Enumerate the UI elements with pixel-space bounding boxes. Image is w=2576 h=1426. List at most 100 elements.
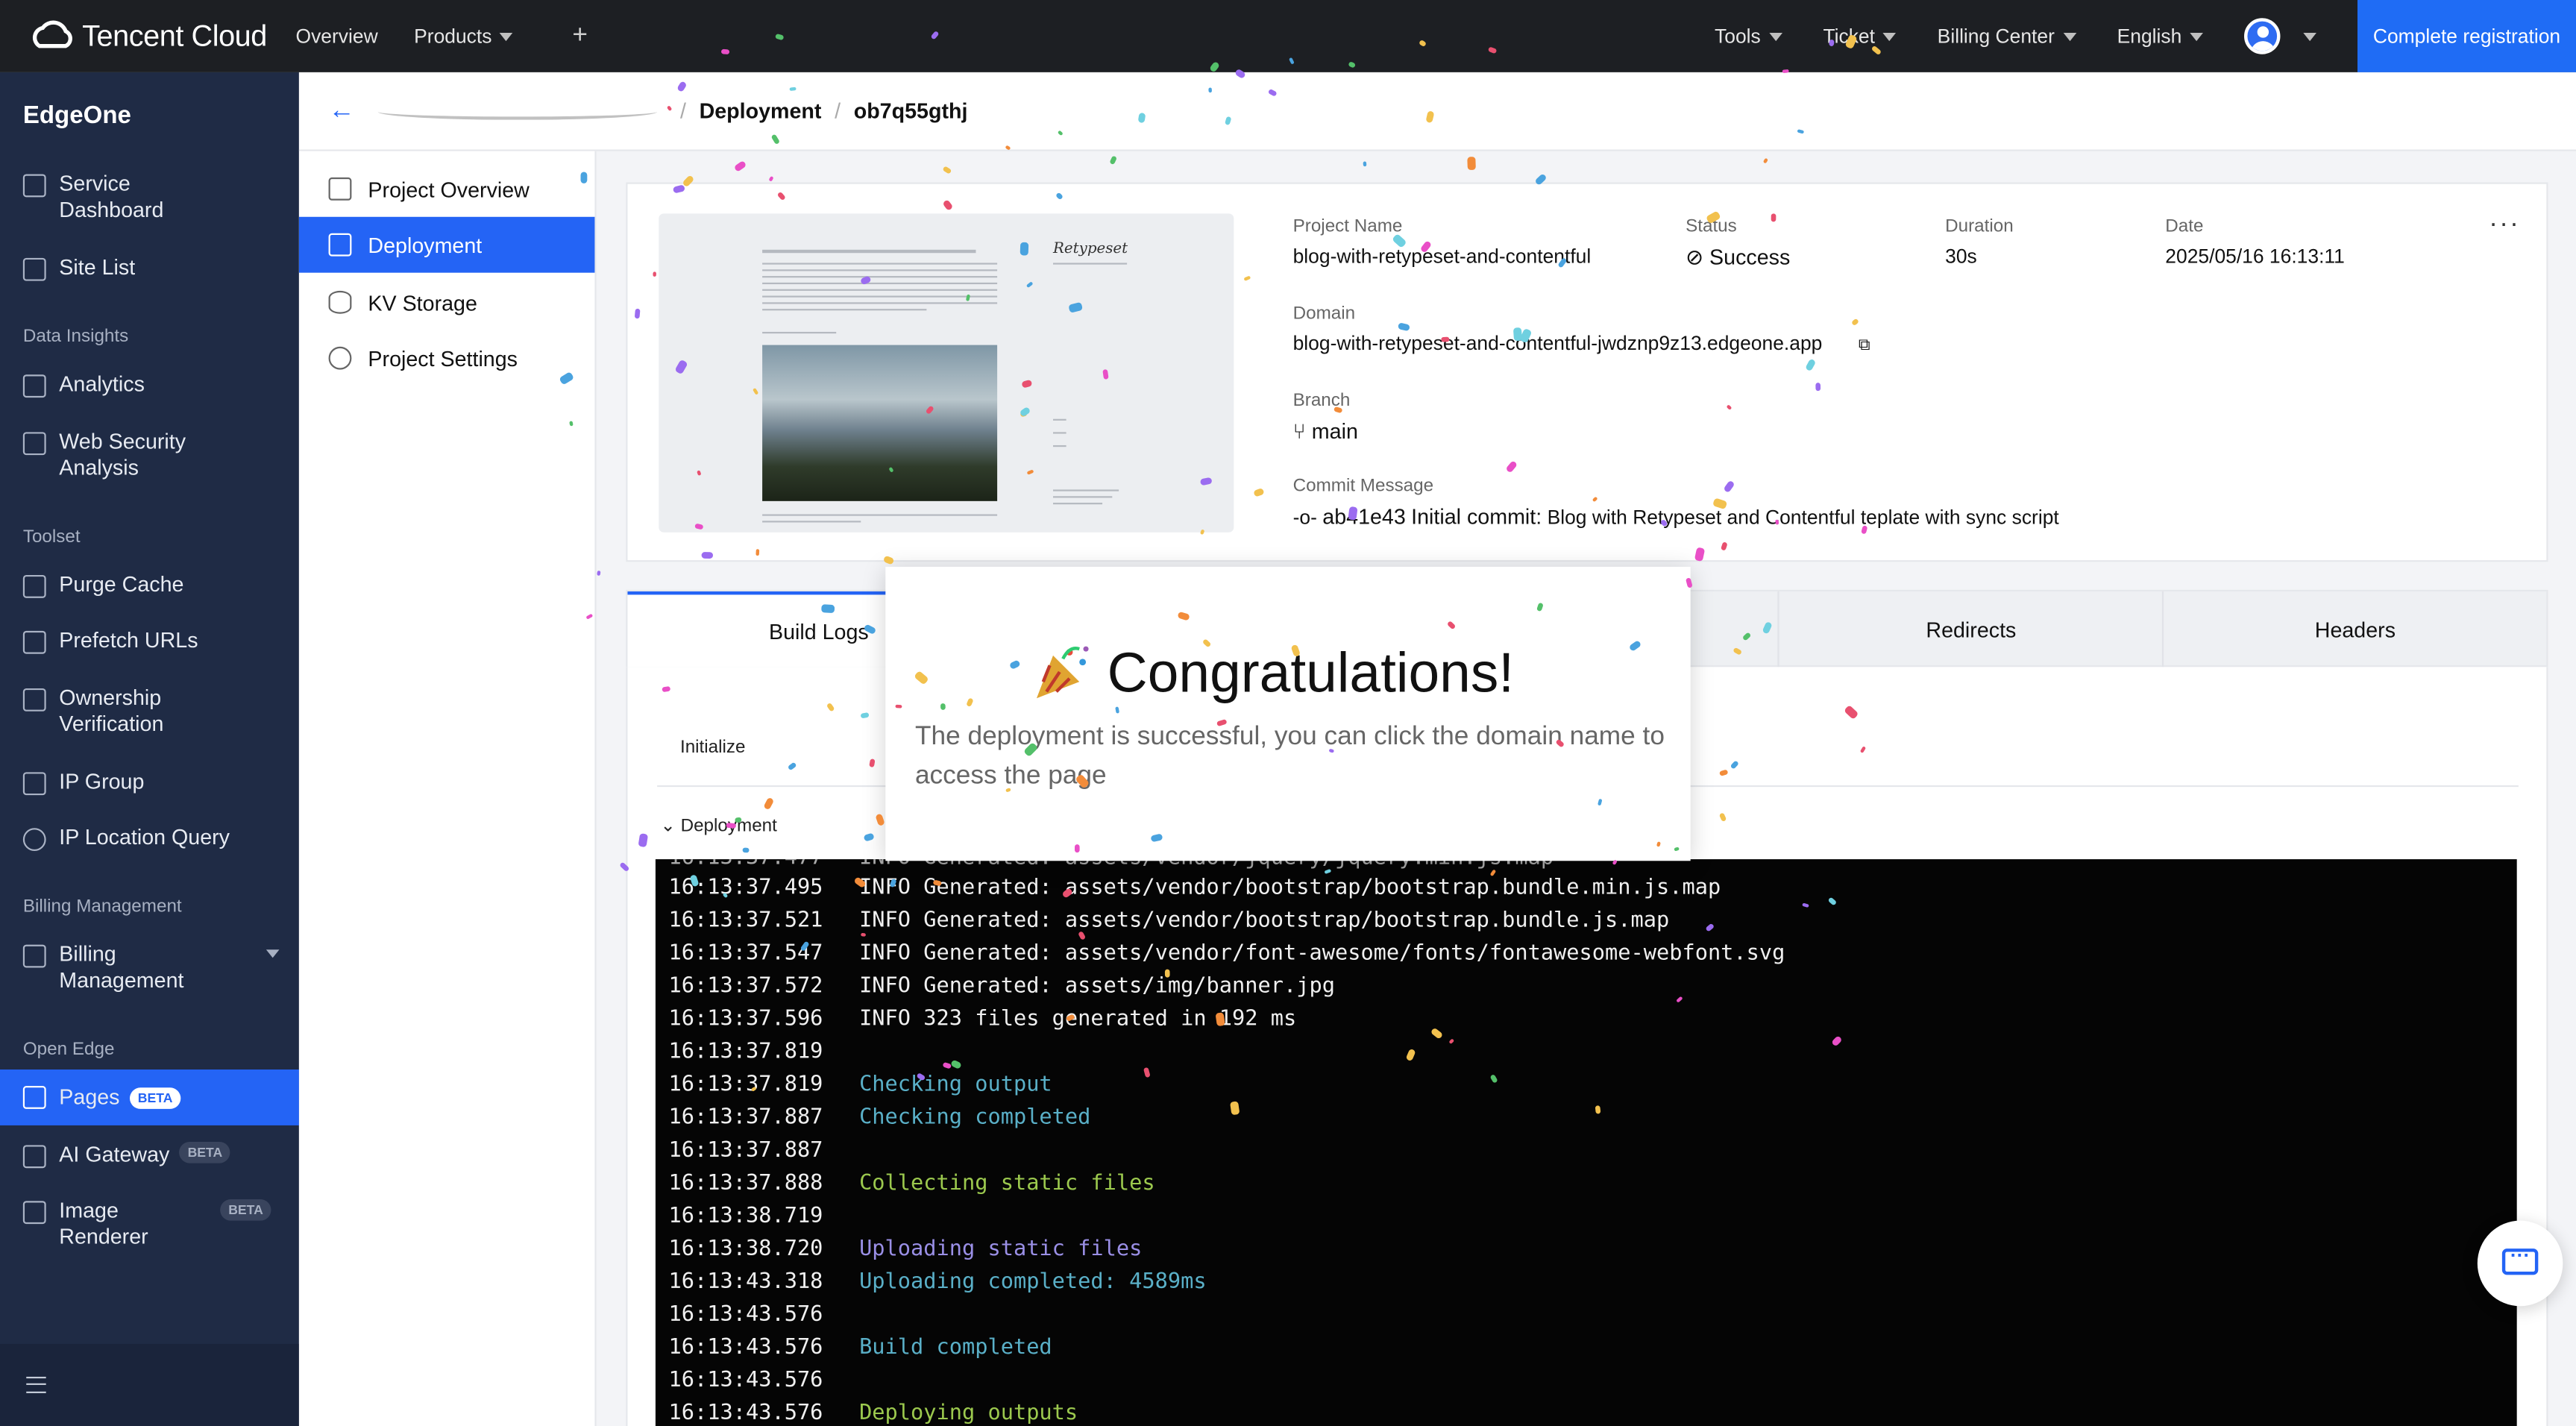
external-link-icon[interactable]: ⧉	[1859, 337, 1870, 355]
sidebar-item-label: Ownership Verification	[59, 685, 164, 736]
step-deployment-toggle[interactable]: ⌄ Deployment	[660, 815, 777, 837]
nav-ticket[interactable]: Ticket	[1823, 25, 1897, 48]
menu-collapse-icon	[26, 1376, 46, 1393]
sidebar-item-ai-gateway[interactable]: AI Gateway BETA	[0, 1141, 299, 1169]
sidebar-item-analytics[interactable]: Analytics	[0, 371, 299, 398]
project-name-value: blog-with-retypeset-and-contentful	[1292, 245, 1592, 268]
beta-badge: BETA	[220, 1199, 271, 1221]
log-line: 16:13:37.495 INFO Generated: assets/vendo…	[669, 873, 1721, 905]
sidebar-item-web-security[interactable]: Web Security Analysis	[0, 429, 299, 481]
field-label: Date	[2165, 216, 2204, 237]
section-billing: Billing Management	[22, 896, 182, 917]
confetti-piece	[943, 165, 953, 174]
commit-title: Initial commit:	[1411, 504, 1542, 530]
congratulations-dialog: Congratulations! The deployment is succe…	[885, 566, 1691, 861]
log-timestamp: 16:13:37.888	[668, 1171, 823, 1196]
git-branch-icon: ⑂	[1292, 418, 1306, 444]
chart-icon	[22, 374, 46, 398]
log-text: INFO Generated: assets/vendor/bootstrap/…	[859, 876, 1721, 901]
subnav-deployment[interactable]: Deployment	[298, 216, 595, 273]
sidebar-item-label: Site List	[59, 254, 136, 280]
log-line: 16:13:43.576 Deploying outputs	[669, 1398, 1078, 1426]
site-preview-thumbnail[interactable]: Retypeset	[659, 213, 1234, 533]
log-terminal[interactable]: 16:13:37.477INFO Generated: assets/vendo…	[655, 859, 2517, 1426]
ip-icon	[22, 772, 46, 796]
commit-message: Blog with Retypeset and Contentful tepla…	[1547, 506, 2059, 530]
confetti-piece	[769, 176, 774, 183]
back-arrow-icon[interactable]: ←	[329, 96, 355, 126]
date-field: Date 2025/05/16 16:13:11	[2165, 217, 2345, 268]
subnav-label: KV Storage	[368, 289, 477, 315]
domain-link[interactable]: blog-with-retypeset-and-contentful-jwdzn…	[1293, 332, 1870, 355]
preview-site-title: Retypeset	[1052, 241, 1128, 258]
language-selector[interactable]: English	[2117, 25, 2203, 48]
date-value: 2025/05/16 16:13:11	[2165, 245, 2345, 268]
overview-icon	[328, 177, 352, 201]
subnav-kv-storage[interactable]: KV Storage	[299, 274, 595, 330]
confetti-piece	[1362, 160, 1367, 167]
section-open-edge: Open Edge	[22, 1040, 115, 1060]
field-label: Duration	[1945, 216, 2014, 237]
complete-registration-button[interactable]: Complete registration	[2357, 0, 2576, 72]
sidebar-item-service-dashboard[interactable]: Service Dashboard	[0, 171, 299, 223]
log-line: 16:13:38.719	[669, 1201, 860, 1234]
sidebar-item-prefetch-urls[interactable]: Prefetch URLs	[0, 627, 299, 654]
log-line: 16:13:37.521 INFO Generated: assets/vendo…	[669, 905, 1670, 938]
sidebar-item-label: IP Location Query	[59, 824, 230, 849]
sidebar-item-site-list[interactable]: Site List	[0, 254, 299, 281]
subnav-label: Project Settings	[368, 345, 518, 371]
tencent-cloud-logo[interactable]: Tencent Cloud	[30, 18, 296, 54]
mountain-image	[762, 345, 998, 501]
add-icon[interactable]: +	[572, 22, 588, 51]
verification-icon	[22, 688, 46, 712]
nav-products[interactable]: Products	[414, 25, 514, 48]
account-menu[interactable]	[2244, 18, 2316, 54]
nav-tools[interactable]: Tools	[1715, 25, 1782, 48]
field-label: Commit Message	[1292, 476, 1434, 497]
sidebar-item-purge-cache[interactable]: Purge Cache	[0, 572, 299, 598]
field-label: Branch	[1292, 391, 1351, 411]
chevron-down-icon: ⌄	[660, 816, 681, 837]
search-icon	[22, 828, 46, 852]
domain-text: blog-with-retypeset-and-contentful-jwdzn…	[1292, 331, 1823, 355]
breadcrumb-deployment[interactable]: Deployment	[700, 98, 822, 123]
sidebar-item-image-renderer[interactable]: Image Renderer BETA	[0, 1198, 299, 1250]
sidebar-item-label: Analytics	[59, 371, 145, 396]
tab-redirects[interactable]: Redirects	[1778, 591, 2162, 668]
dashboard-icon	[22, 174, 46, 198]
nav-overview[interactable]: Overview	[296, 25, 378, 48]
log-text: Checking completed	[859, 1105, 1091, 1131]
commit-field: Commit Message -o- ab41e43 Initial commi…	[1293, 477, 2059, 529]
sidebar-item-ownership-verification[interactable]: Ownership Verification	[0, 685, 299, 738]
subnav-project-settings[interactable]: Project Settings	[299, 330, 595, 386]
chat-support-button[interactable]	[2477, 1220, 2563, 1307]
log-timestamp: 16:13:38.719	[668, 1204, 823, 1229]
log-timestamp: 16:13:43.576	[668, 1335, 823, 1360]
more-options-icon[interactable]: ···	[2489, 210, 2520, 240]
caret-down-icon	[2303, 31, 2316, 40]
sidebar: EdgeOne Service Dashboard Site List Data…	[0, 72, 299, 1426]
step-initialize[interactable]: Initialize	[680, 738, 746, 757]
sidebar-item-pages[interactable]: Pages BETA	[0, 1070, 299, 1125]
log-text: INFO 323 files generated in 192 ms	[859, 1007, 1297, 1032]
confetti-piece	[1102, 369, 1109, 380]
collapse-sidebar-button[interactable]	[0, 1343, 299, 1426]
sidebar-item-ip-group[interactable]: IP Group	[0, 769, 299, 796]
avatar	[2244, 18, 2281, 54]
sidebar-item-billing-management[interactable]: Billing Management	[0, 941, 299, 993]
log-text: Collecting static files	[859, 1171, 1155, 1196]
subnav-project-overview[interactable]: Project Overview	[299, 161, 595, 217]
status-badge: ⊘ Success	[1686, 245, 1790, 271]
log-timestamp: 16:13:37.887	[668, 1105, 823, 1131]
sidebar-item-ip-location-query[interactable]: IP Location Query	[0, 824, 299, 852]
section-toolset: Toolset	[22, 527, 81, 547]
log-timestamp: 16:13:43.576	[668, 1302, 823, 1328]
nav-billing-center[interactable]: Billing Center	[1938, 25, 2076, 48]
check-circle-icon: ⊘	[1686, 245, 1710, 270]
log-line: 16:13:43.576	[669, 1299, 860, 1332]
log-line: 16:13:37.888 Collecting static files	[669, 1168, 1155, 1201]
duration-value: 30s	[1945, 245, 1977, 268]
tab-headers[interactable]: Headers	[2162, 591, 2546, 668]
caret-down-icon	[1768, 31, 1782, 40]
log-timestamp: 16:13:37.819	[668, 1072, 823, 1098]
